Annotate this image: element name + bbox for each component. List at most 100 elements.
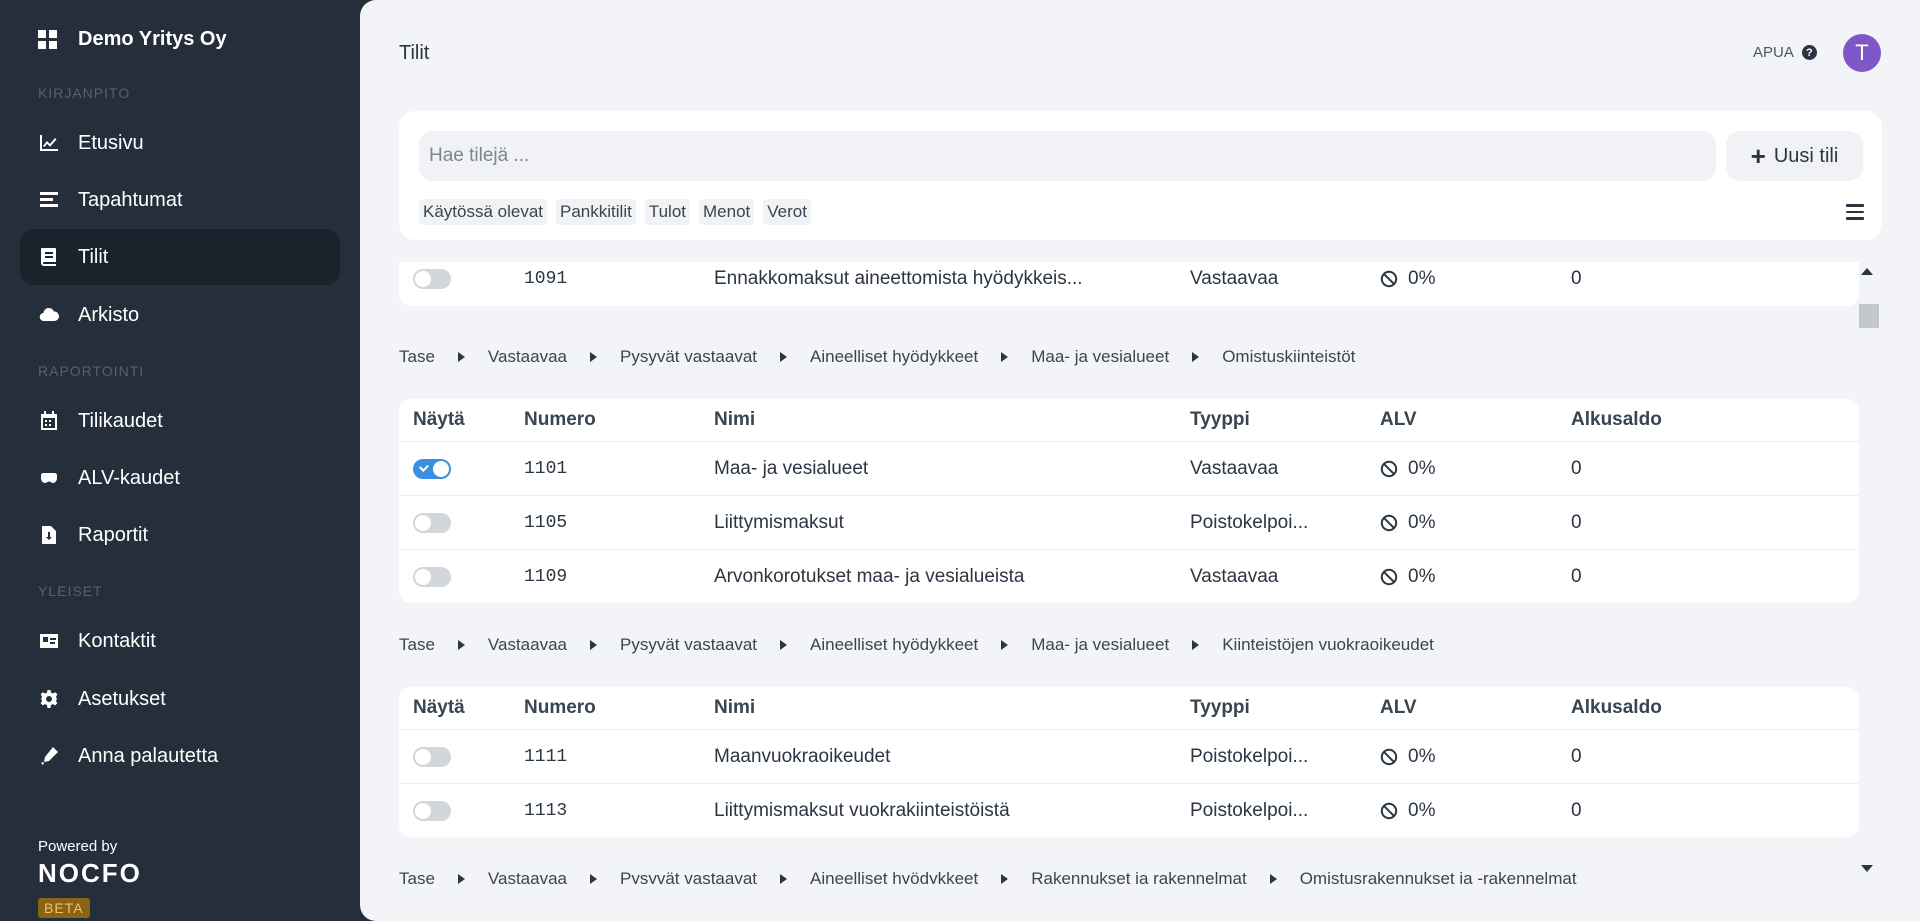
company-name: Demo Yritys Oy	[78, 28, 227, 50]
account-balance: 0	[1571, 565, 1582, 587]
account-name: Arvonkorotukset maa- ja vesialueista	[714, 565, 1025, 587]
breadcrumb-item[interactable]: Rakennukset ja rakennelmat	[1031, 869, 1246, 884]
breadcrumb-item[interactable]: Tase	[399, 347, 435, 367]
sidebar-item-anna-palautetta[interactable]: Anna palautetta	[20, 728, 340, 784]
sidebar-item-tapahtumat[interactable]: Tapahtumat	[20, 172, 340, 228]
breadcrumb-item[interactable]: Pysyvät vastaavat	[620, 869, 757, 884]
breadcrumb-item[interactable]: Aineelliset hyödykkeet	[810, 635, 978, 655]
search-card: + Uusi tili Käytössä olevat Pankkitilit …	[399, 111, 1882, 240]
filter-chip-menot[interactable]: Menot	[699, 199, 755, 225]
filter-chip-kaytossa[interactable]: Käytössä olevat	[419, 199, 548, 225]
search-input[interactable]	[419, 131, 1716, 181]
sidebar-item-arkisto[interactable]: Arkisto	[20, 287, 340, 343]
sidebar-item-tilikaudet[interactable]: Tilikaudet	[20, 393, 340, 449]
nocfo-logo: NOCFO	[38, 858, 142, 888]
table-row[interactable]: 1101 Maa- ja vesialueet Vastaavaa 0% 0	[399, 441, 1859, 495]
sidebar-item-label: Tilit	[78, 245, 109, 268]
breadcrumb-item[interactable]: Aineelliset hyödykkeet	[810, 347, 978, 367]
breadcrumb: Tase Vastaavaa Pysyvät vastaavat Aineell…	[399, 347, 1355, 367]
sidebar-item-alv-kaudet[interactable]: ALV-kaudet	[20, 450, 340, 506]
account-name: Liittymismaksut	[714, 511, 844, 533]
account-number: 1105	[524, 512, 568, 533]
breadcrumb-item[interactable]: Pysyvät vastaavat	[620, 635, 757, 655]
powered-by-label: Powered by	[38, 838, 118, 855]
account-name: Liittymismaksut vuokrakiinteistöistä	[714, 799, 1010, 821]
vat-cell: 0%	[1380, 458, 1435, 480]
account-number: 1111	[524, 746, 568, 767]
vat-cell: 0%	[1380, 566, 1435, 588]
chart-line-icon	[38, 132, 60, 154]
sidebar-item-asetukset[interactable]: Asetukset	[20, 671, 340, 727]
accounts-list[interactable]: 1091 Ennakkomaksut aineettomista hyödykk…	[399, 262, 1859, 884]
sidebar-item-label: Tapahtumat	[78, 188, 183, 211]
main-panel: Tilit APUA ? T + Uusi tili Käytössä olev…	[360, 0, 1920, 921]
table-row[interactable]: 1113 Liittymismaksut vuokrakiinteistöist…	[399, 783, 1859, 837]
sidebar-item-label: Tilikaudet	[78, 409, 163, 432]
scroll-up-arrow-icon[interactable]	[1861, 268, 1873, 275]
breadcrumb-item[interactable]: Omistusrakennukset ja -rakennelmat	[1300, 869, 1577, 884]
breadcrumb: Tase Vastaavaa Pysyvät vastaavat Aineell…	[399, 869, 1577, 884]
hamburger-menu-icon[interactable]	[1846, 204, 1864, 220]
new-account-button[interactable]: + Uusi tili	[1726, 131, 1863, 181]
show-cell	[413, 458, 451, 479]
breadcrumb-item[interactable]: Maa- ja vesialueet	[1031, 347, 1169, 367]
breadcrumb-item[interactable]: Vastaavaa	[488, 635, 567, 655]
sidebar-item-tilit[interactable]: Tilit	[20, 229, 340, 285]
breadcrumb-item[interactable]: Tase	[399, 869, 435, 884]
vat-value: 0%	[1408, 565, 1436, 587]
vat-value: 0%	[1408, 745, 1436, 767]
no-vat-icon	[1380, 802, 1398, 819]
column-header-vat: ALV	[1380, 409, 1417, 430]
no-vat-icon	[1380, 514, 1398, 531]
account-type: Poistokelpoi...	[1190, 799, 1309, 821]
breadcrumb-item[interactable]: Omistuskiinteistöt	[1222, 347, 1355, 367]
account-name: Maanvuokraoikeudet	[714, 745, 891, 767]
caret-right-icon	[1001, 874, 1009, 884]
breadcrumb-item[interactable]: Vastaavaa	[488, 347, 567, 367]
table-row[interactable]: 1109 Arvonkorotukset maa- ja vesialueist…	[399, 549, 1859, 603]
filter-chip-tulot[interactable]: Tulot	[644, 199, 690, 225]
show-toggle[interactable]	[413, 512, 451, 533]
breadcrumb-item[interactable]: Aineelliset hyödykkeet	[810, 869, 978, 884]
company-switcher[interactable]: Demo Yritys Oy	[38, 28, 227, 51]
file-download-icon	[38, 524, 60, 546]
table-row[interactable]: 1091 Ennakkomaksut aineettomista hyödykk…	[399, 262, 1859, 306]
breadcrumb-item[interactable]: Tase	[399, 635, 435, 655]
account-number: 1113	[524, 800, 568, 821]
help-label: APUA	[1753, 44, 1794, 61]
table-row[interactable]: 1105 Liittymismaksut Poistokelpoi... 0% …	[399, 495, 1859, 549]
show-cell	[413, 800, 451, 821]
show-toggle[interactable]	[413, 269, 451, 289]
caret-right-icon	[457, 874, 465, 884]
sidebar-item-kontaktit[interactable]: Kontaktit	[20, 613, 340, 669]
filter-chip-verot[interactable]: Verot	[763, 199, 811, 225]
vat-cell: 0%	[1380, 512, 1435, 534]
show-toggle[interactable]	[413, 458, 451, 479]
show-toggle[interactable]	[413, 800, 451, 821]
scroll-down-arrow-icon[interactable]	[1861, 865, 1873, 872]
show-toggle[interactable]	[413, 746, 451, 767]
caret-right-icon	[1269, 874, 1277, 884]
caret-right-icon	[590, 352, 597, 362]
help-link[interactable]: APUA ?	[1753, 44, 1817, 61]
caret-right-icon	[780, 640, 788, 650]
table-row[interactable]: 1111 Maanvuokraoikeudet Poistokelpoi... …	[399, 729, 1859, 783]
filter-chips: Käytössä olevat Pankkitilit Tulot Menot …	[419, 199, 811, 225]
caret-right-icon	[457, 640, 465, 650]
scrollbar-thumb[interactable]	[1859, 304, 1879, 328]
cloud-icon	[38, 304, 60, 326]
column-header-vat: ALV	[1380, 697, 1417, 718]
avatar[interactable]: T	[1843, 34, 1881, 72]
account-card: Näytä Numero Nimi Tyyppi ALV Alkusaldo 1…	[399, 399, 1859, 603]
breadcrumb-item[interactable]: Vastaavaa	[488, 869, 567, 884]
breadcrumb-item[interactable]: Maa- ja vesialueet	[1031, 635, 1169, 655]
new-account-label: Uusi tili	[1773, 144, 1839, 167]
breadcrumb-item[interactable]: Kiinteistöjen vuokraoikeudet	[1222, 635, 1434, 655]
column-header-number: Numero	[524, 697, 596, 718]
show-toggle[interactable]	[413, 566, 451, 587]
sidebar-item-raportit[interactable]: Raportit	[20, 507, 340, 563]
sidebar-item-etusivu[interactable]: Etusivu	[20, 115, 340, 171]
breadcrumb-item[interactable]: Pysyvät vastaavat	[620, 347, 757, 367]
filter-chip-pankkitilit[interactable]: Pankkitilit	[556, 199, 636, 225]
vat-value: 0%	[1408, 268, 1436, 289]
